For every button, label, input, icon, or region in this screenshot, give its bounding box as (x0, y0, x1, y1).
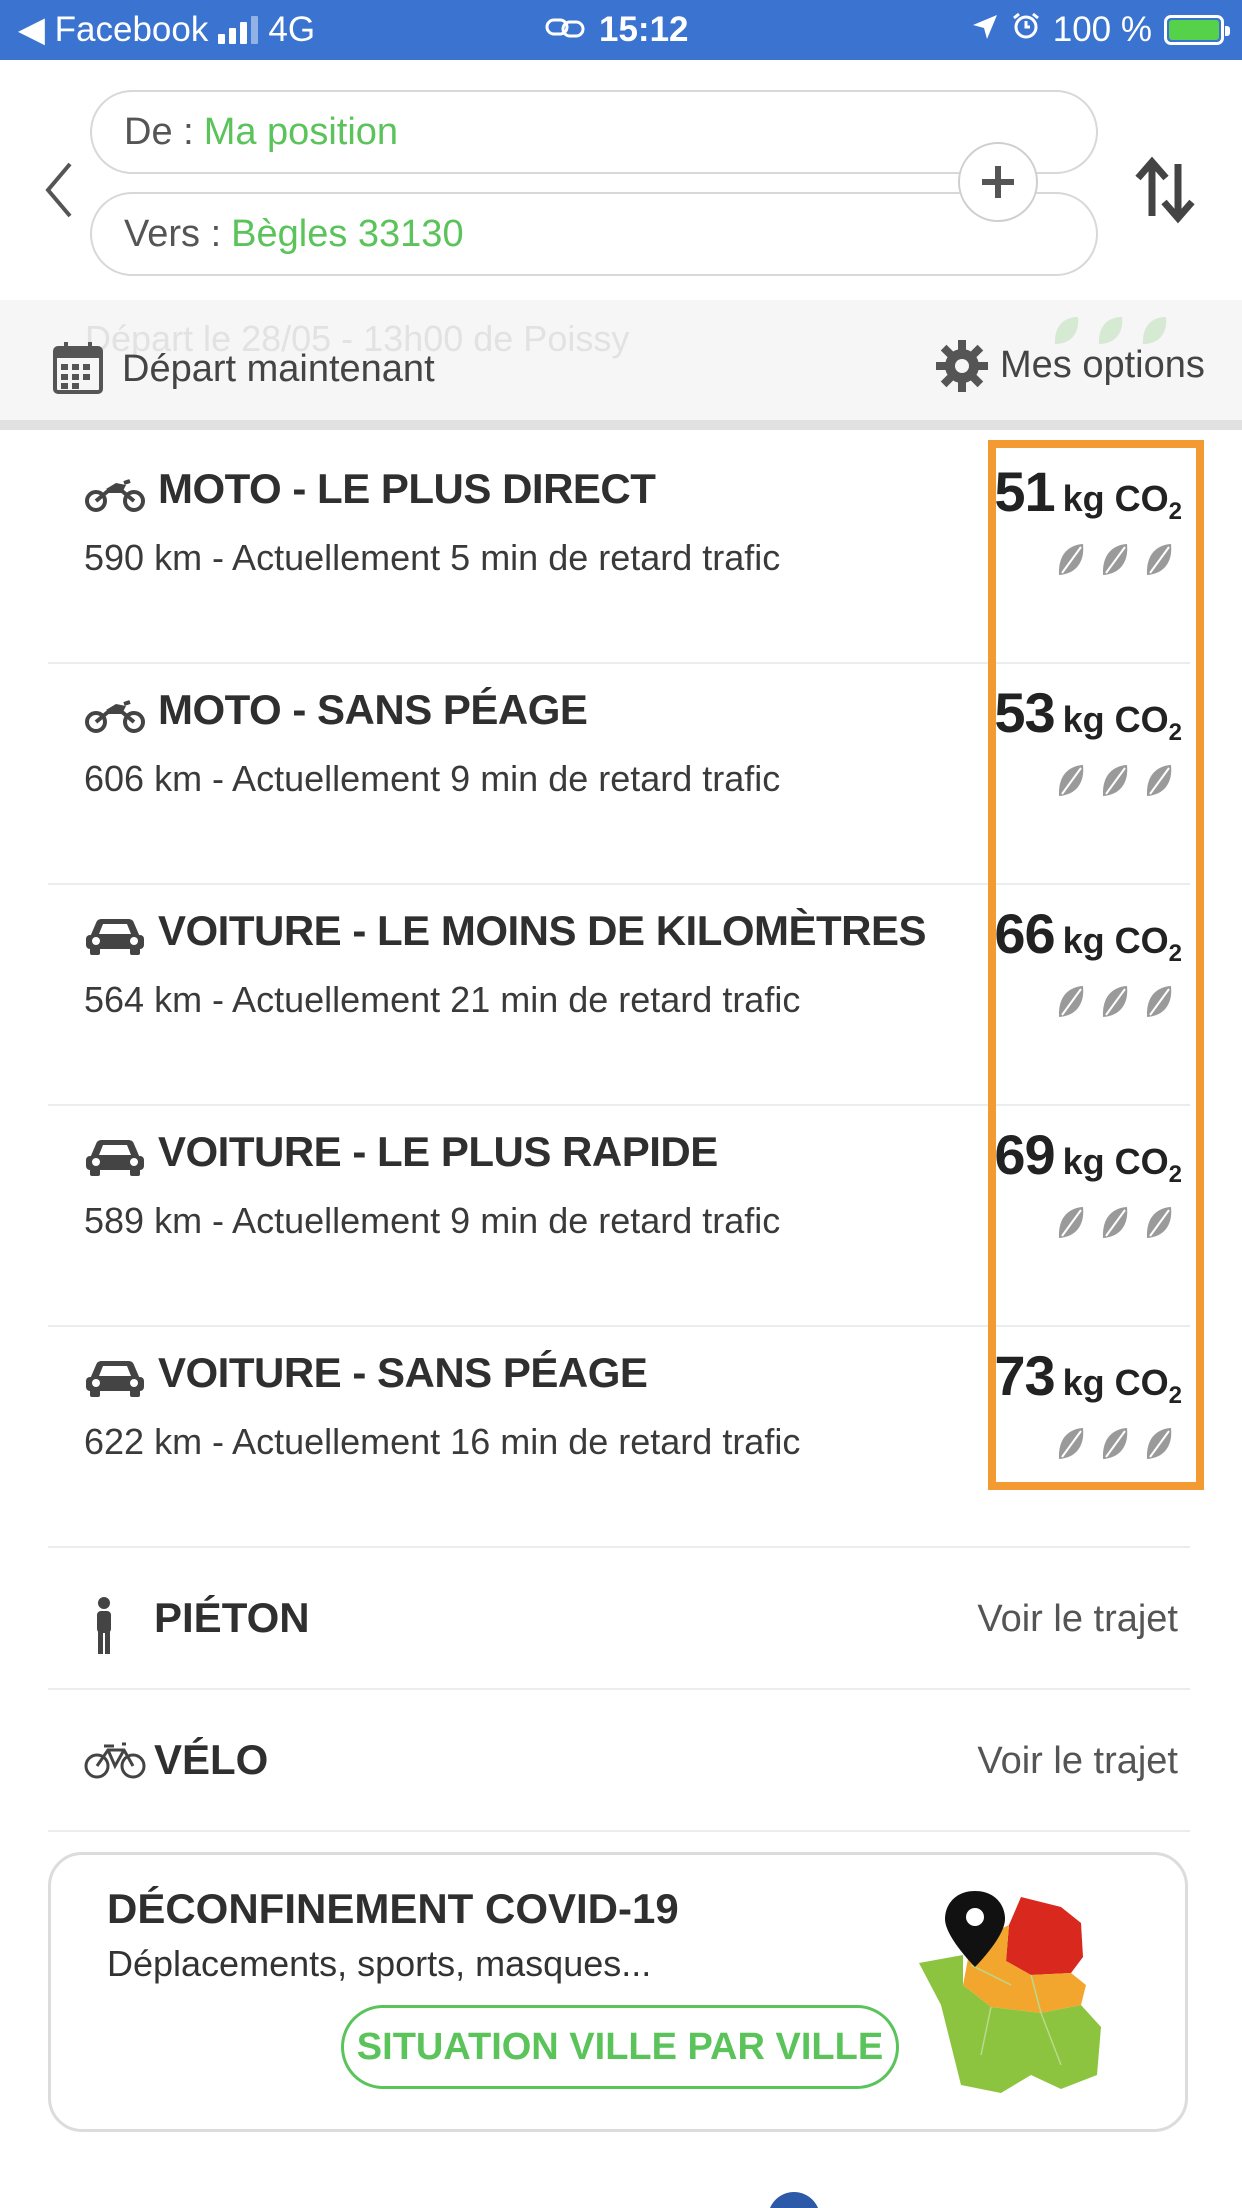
route-details: 606 km - Actuellement 9 min de retard tr… (84, 758, 781, 799)
motorcycle-icon (84, 473, 146, 515)
route-row-walk[interactable]: PIÉTON Voir le trajet (48, 1548, 1190, 1690)
route-search-header: De : Ma position Vers : Bègles 33130 (0, 60, 1242, 300)
route-row-bike[interactable]: VÉLO Voir le trajet (48, 1690, 1190, 1832)
chevron-left-icon (45, 162, 72, 218)
plus-icon (982, 166, 1014, 198)
car-icon (84, 915, 146, 957)
route-details: 622 km - Actuellement 16 min de retard t… (84, 1421, 801, 1462)
origin-value: Ma position (203, 110, 399, 153)
origin-field[interactable]: De : Ma position (90, 90, 1098, 174)
route-title: VOITURE - LE PLUS RAPIDE (158, 1128, 718, 1175)
covid-card-title: DÉCONFINEMENT COVID-19 (107, 1885, 679, 1932)
route-details: 590 km - Actuellement 5 min de retard tr… (84, 537, 781, 578)
destination-label: Vers : (124, 212, 222, 255)
alarm-icon (1011, 10, 1041, 50)
origin-label: De : (124, 110, 194, 153)
city-situation-button[interactable]: SITUATION VILLE PAR VILLE (341, 2005, 899, 2089)
battery-percent: 100 % (1052, 10, 1152, 49)
destination-value: Bègles 33130 (231, 212, 464, 255)
see-route-link[interactable]: Voir le trajet (977, 1598, 1178, 1641)
france-map-icon (911, 1885, 1131, 2110)
route-title: MOTO - SANS PÉAGE (158, 686, 588, 733)
see-route-link[interactable]: Voir le trajet (977, 1740, 1178, 1783)
co2-highlight-box (988, 440, 1204, 1490)
back-to-app-link[interactable]: ◀ Facebook (18, 10, 208, 50)
swap-arrows-icon (1135, 156, 1195, 224)
bottom-indicator (768, 2192, 820, 2208)
route-title: PIÉTON (154, 1594, 310, 1641)
gear-icon[interactable] (934, 338, 990, 399)
route-details: 589 km - Actuellement 9 min de retard tr… (84, 1200, 781, 1241)
car-icon (84, 1357, 146, 1399)
destination-field[interactable]: Vers : Bègles 33130 (90, 192, 1098, 276)
ghost-leaves-icon (1050, 314, 1172, 348)
calendar-icon[interactable] (52, 340, 104, 401)
network-type: 4G (268, 10, 316, 49)
my-options-button[interactable]: Mes options (1000, 344, 1205, 387)
route-title: VÉLO (154, 1736, 269, 1783)
route-details: 564 km - Actuellement 21 min de retard t… (84, 979, 801, 1020)
car-icon (84, 1136, 146, 1178)
route-title: MOTO - LE PLUS DIRECT (158, 465, 656, 512)
covid-card-subtitle: Déplacements, sports, masques... (107, 1943, 652, 1984)
add-waypoint-button[interactable] (958, 142, 1038, 222)
location-arrow-icon (971, 10, 999, 50)
covid-card[interactable]: DÉCONFINEMENT COVID-19 Déplacements, spo… (48, 1852, 1188, 2132)
swap-direction-button[interactable] (1130, 150, 1200, 230)
status-bar: ◀ Facebook 4G 15:12 100 % (0, 0, 1242, 60)
motorcycle-icon (84, 694, 146, 736)
options-bar: Départ le 28/05 - 13h00 de Poissy Départ… (0, 300, 1242, 430)
pedestrian-icon (84, 1596, 124, 1661)
route-title: VOITURE - LE MOINS DE KILOMÈTRES (158, 907, 927, 954)
route-title: VOITURE - SANS PÉAGE (158, 1349, 648, 1396)
bicycle-icon (84, 1738, 146, 1785)
back-button[interactable] (40, 150, 80, 230)
clock: 15:12 (599, 10, 689, 49)
link-icon (545, 10, 585, 50)
signal-icon (218, 16, 259, 44)
departure-time-button[interactable]: Départ maintenant (122, 348, 435, 391)
battery-icon (1164, 15, 1230, 45)
